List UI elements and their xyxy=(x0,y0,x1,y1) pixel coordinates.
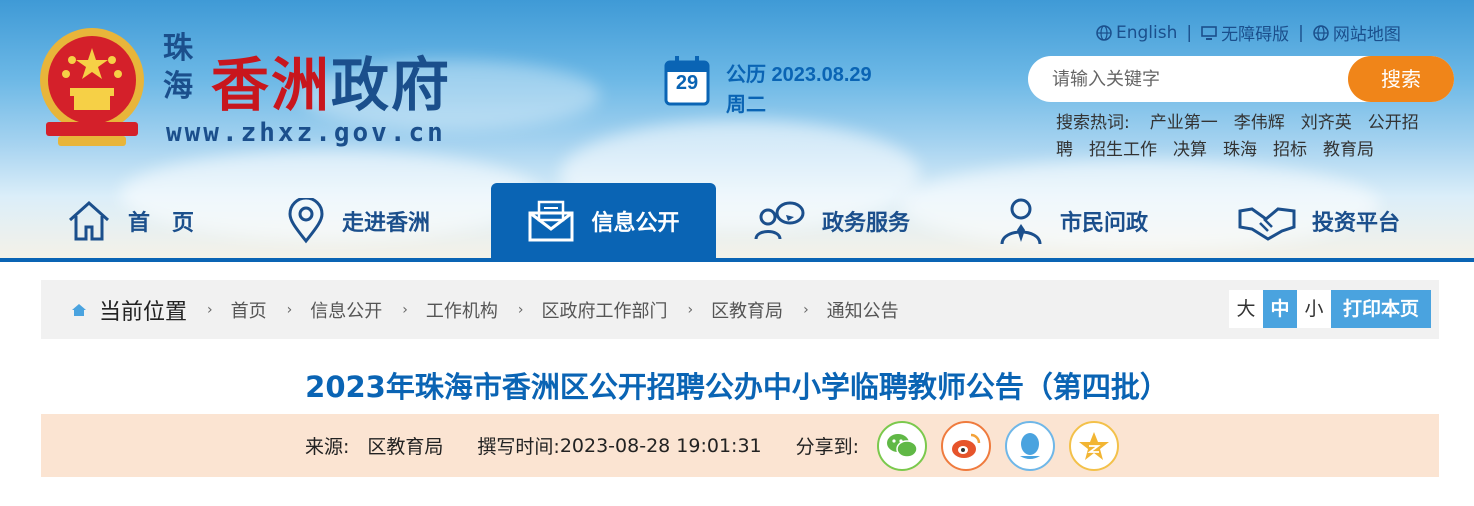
breadcrumb-link[interactable]: 区教育局 xyxy=(711,297,783,323)
share-weibo-button[interactable] xyxy=(941,420,992,471)
location-pin-icon xyxy=(288,198,324,244)
chevron-right-icon: › xyxy=(517,301,524,318)
nav-citizen-inquiry-label: 市民问政 xyxy=(1060,211,1149,236)
hot-word[interactable]: 珠海 xyxy=(1223,140,1257,160)
hot-word[interactable]: 教育局 xyxy=(1323,140,1374,160)
home-icon xyxy=(68,200,110,241)
hot-word[interactable]: 招生工作 xyxy=(1089,140,1157,160)
font-size-large-button[interactable]: 大 xyxy=(1229,290,1263,328)
date-text: 公历 2023.08.29 xyxy=(726,64,872,86)
nav-investment-label: 投资平台 xyxy=(1312,211,1401,236)
article-title: 2023年珠海市香洲区公开招聘公办中小学临聘教师公告（第四批） xyxy=(305,370,1169,404)
breadcrumb: 当前位置 › 首页 › 信息公开 › 工作机构 › 区政府工作部门 › 区教育局… xyxy=(41,280,1439,339)
source-value: 区教育局 xyxy=(367,436,444,458)
nav-gov-service-label: 政务服务 xyxy=(822,211,911,236)
breadcrumb-link[interactable]: 区政府工作部门 xyxy=(541,297,667,323)
site-name-xiangzhou: 香洲 xyxy=(211,51,332,119)
share-wechat-button[interactable] xyxy=(877,420,928,471)
qq-icon xyxy=(1020,432,1041,459)
nav-about[interactable]: 走进香洲 xyxy=(286,183,430,259)
article-meta-line: 来源: 区教育局 撰写时间: 2023-08-28 19:01:31 分享到: xyxy=(305,414,1120,477)
home-icon xyxy=(72,303,86,316)
site-name-city: 珠海 xyxy=(163,31,193,104)
person-tie-icon xyxy=(1000,198,1042,245)
chevron-right-icon: › xyxy=(687,301,694,318)
nav-investment[interactable]: 投资平台 xyxy=(1238,183,1400,259)
chevron-right-icon: › xyxy=(207,301,213,318)
site-url: www.zhxz.gov.cn xyxy=(166,118,446,148)
breadcrumb-link[interactable]: 首页 xyxy=(231,297,267,323)
wechat-icon xyxy=(887,433,918,458)
weibo-icon xyxy=(952,433,981,458)
main-nav: 首 页 走进香洲 信息公开 政务服务 市民问政 投资平台 xyxy=(0,183,1474,259)
handshake-icon xyxy=(1238,207,1296,241)
globe-icon xyxy=(1096,24,1112,41)
hot-word[interactable]: 李伟辉 xyxy=(1234,113,1285,133)
sitemap-link-label: 网站地图 xyxy=(1332,25,1401,45)
share-qq-button[interactable] xyxy=(1005,420,1056,471)
search-input[interactable] xyxy=(1052,64,1352,94)
site-name-gov: 政府 xyxy=(331,51,452,119)
nav-info-public-label: 信息公开 xyxy=(591,211,680,236)
divider: | xyxy=(1186,22,1193,43)
hot-word[interactable]: 决算 xyxy=(1173,140,1207,160)
nav-underline xyxy=(0,258,1474,262)
search-button[interactable]: 搜索 xyxy=(1348,56,1454,102)
site-name-district: 香洲政府 xyxy=(211,38,451,122)
accessibility-link[interactable]: 无障碍版 xyxy=(1201,20,1289,45)
chevron-right-icon: › xyxy=(803,301,809,318)
english-link-label: English xyxy=(1116,22,1178,43)
nav-gov-service[interactable]: 政务服务 xyxy=(752,183,910,259)
people-chat-icon xyxy=(754,201,805,240)
globe-icon xyxy=(1313,24,1329,41)
font-size-small-button[interactable]: 小 xyxy=(1297,290,1331,328)
share-label: 分享到: xyxy=(795,436,860,458)
breadcrumb-link[interactable]: 工作机构 xyxy=(426,297,498,323)
header-banner: 珠海 香洲政府 www.zhxz.gov.cn 29 公历 2023.08.29… xyxy=(0,0,1474,262)
qzone-icon xyxy=(1079,431,1110,460)
breadcrumb-link[interactable]: 通知公告 xyxy=(827,297,899,323)
time-label: 撰写时间: xyxy=(477,436,560,458)
nav-home[interactable]: 首 页 xyxy=(66,183,194,259)
english-link[interactable]: English xyxy=(1096,23,1177,43)
hot-word[interactable]: 产业第一 xyxy=(1150,113,1218,133)
nav-home-label: 首 页 xyxy=(128,211,195,236)
monitor-icon xyxy=(1201,25,1217,40)
national-emblem-icon xyxy=(40,28,144,146)
chevron-right-icon: › xyxy=(286,301,293,318)
current-location-label: 当前位置 xyxy=(99,299,188,325)
chevron-right-icon: › xyxy=(402,301,408,318)
divider: | xyxy=(1298,22,1304,43)
font-size-medium-button[interactable]: 中 xyxy=(1263,290,1297,328)
nav-about-label: 走进香洲 xyxy=(342,211,431,236)
nav-info-public[interactable]: 信息公开 xyxy=(491,183,716,259)
weekday-text: 周二 xyxy=(726,92,766,116)
sitemap-link[interactable]: 网站地图 xyxy=(1313,20,1401,45)
accessibility-link-label: 无障碍版 xyxy=(1221,25,1290,45)
top-links: English | 无障碍版 | 网站地图 xyxy=(1096,20,1401,45)
source-label: 来源: xyxy=(305,436,350,458)
time-value: 2023-08-28 19:01:31 xyxy=(559,434,762,457)
hot-word[interactable]: 刘齐英 xyxy=(1301,113,1352,133)
hot-word[interactable]: 招标 xyxy=(1273,140,1307,160)
share-qzone-button[interactable] xyxy=(1069,420,1120,471)
search-box: 搜索 xyxy=(1028,56,1454,102)
article-meta: 来源: 区教育局 撰写时间: 2023-08-28 19:01:31 分享到: xyxy=(41,414,1439,477)
envelope-icon xyxy=(528,200,574,242)
font-size-controls: 大 中 小 打印本页 xyxy=(1229,290,1431,328)
print-button[interactable]: 打印本页 xyxy=(1331,290,1431,328)
hot-search-label: 搜索热词: xyxy=(1056,113,1130,133)
calendar-day: 29 xyxy=(675,72,699,94)
breadcrumb-link[interactable]: 信息公开 xyxy=(310,297,382,323)
breadcrumb-items: 当前位置 › 首页 › 信息公开 › 工作机构 › 区政府工作部门 › 区教育局… xyxy=(71,280,899,339)
hot-search-words: 搜索热词: 产业第一 李伟辉 刘齐英 公开招聘 招生工作 决算 珠海 招标 教育局 xyxy=(1056,110,1436,164)
nav-citizen-inquiry[interactable]: 市民问政 xyxy=(998,183,1148,259)
